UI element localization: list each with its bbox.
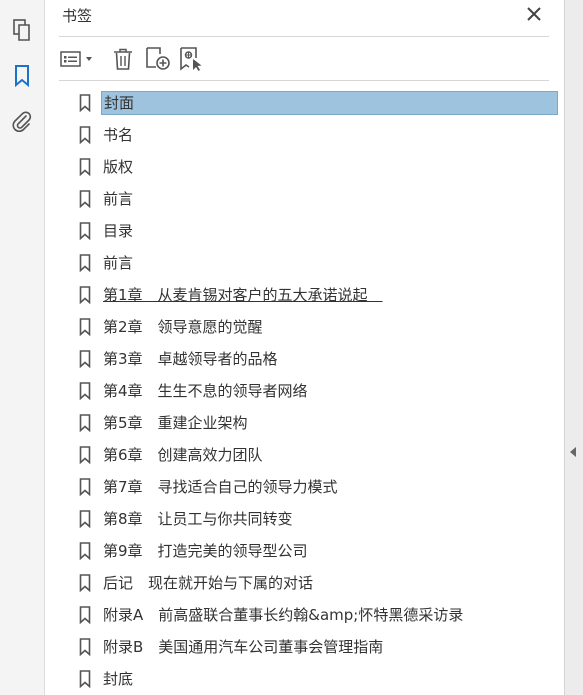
bookmark-icon [79, 446, 91, 464]
bookmarks-icon [15, 65, 29, 87]
delete-icon [114, 48, 132, 70]
bookmark-label: 目录 [103, 222, 134, 240]
bookmark-item[interactable]: 第4章 生生不息的领导者网络 [45, 376, 564, 408]
bookmark-label: 版权 [103, 158, 134, 176]
bookmark-label: 第9章 打造完美的领导型公司 [103, 542, 308, 560]
bookmark-item[interactable]: 目录 [45, 216, 564, 248]
bookmark-label: 第5章 重建企业架构 [103, 414, 248, 432]
bookmark-label: 前言 [103, 254, 134, 272]
bookmark-icon [79, 286, 91, 304]
options-menu-icon [60, 51, 92, 67]
close-icon [527, 7, 541, 21]
bookmark-label: 书名 [103, 126, 134, 144]
attachments-button[interactable] [10, 110, 34, 134]
panel-splitter[interactable] [564, 0, 583, 695]
bookmark-item[interactable]: 第8章 让员工与你共同转变 [45, 504, 564, 536]
bookmark-icon [79, 190, 91, 208]
bookmark-item[interactable]: 第2章 领导意愿的觉醒 [45, 312, 564, 344]
bookmark-list: 封面 书名 版权 前言 目录 前言 第1章 从麦肯锡对客户的五大承诺说起 第2章 领导意愿的… [45, 88, 564, 695]
bookmark-icon [79, 318, 91, 336]
bookmark-icon [79, 414, 91, 432]
bookmark-from-selection-button[interactable] [179, 46, 205, 72]
new-bookmark-icon [146, 47, 170, 70]
bookmark-item[interactable]: 书名 [45, 120, 564, 152]
bookmark-item[interactable]: 附录A 前高盛联合董事长约翰&amp;怀特黑德采访录 [45, 600, 564, 632]
bookmark-icon [79, 222, 91, 240]
bookmark-item[interactable]: 前言 [45, 248, 564, 280]
bookmark-from-selection-icon [180, 47, 202, 71]
bookmark-label: 封面 [101, 91, 558, 115]
options-menu-button[interactable] [59, 46, 97, 72]
attachments-icon [12, 111, 32, 132]
delete-bookmark-button[interactable] [111, 46, 135, 72]
page-thumbnails-icon [13, 19, 30, 41]
bookmark-label: 封底 [103, 670, 134, 688]
bookmark-label: 附录B 美国通用汽车公司董事会管理指南 [103, 638, 384, 656]
panel-title: 书签 [62, 7, 93, 25]
bookmarks-panel: 书签 封面 书名 版权 前言 目录 前言 第1章 从麦肯锡对客户的五大承诺说起 … [45, 0, 564, 695]
bookmark-icon [79, 542, 91, 560]
bookmark-label: 第4章 生生不息的领导者网络 [103, 382, 308, 400]
bookmark-icon [79, 606, 91, 624]
bookmark-icon [79, 94, 91, 112]
bookmark-label: 第3章 卓越领导者的品格 [103, 350, 278, 368]
bookmark-icon [79, 478, 91, 496]
bookmark-icon [79, 382, 91, 400]
bookmark-label: 第8章 让员工与你共同转变 [103, 510, 293, 528]
bookmark-icon [79, 574, 91, 592]
new-bookmark-button[interactable] [145, 46, 171, 72]
bookmark-icon [79, 350, 91, 368]
bookmark-item[interactable]: 第6章 创建高效力团队 [45, 440, 564, 472]
bookmark-item[interactable]: 第3章 卓越领导者的品格 [45, 344, 564, 376]
bookmark-label: 后记 现在就开始与下属的对话 [103, 574, 314, 592]
bookmark-icon [79, 254, 91, 272]
bookmark-label: 前言 [103, 190, 134, 208]
toolbar-divider [59, 80, 549, 81]
collapse-arrow-icon[interactable] [570, 447, 576, 457]
bookmark-icon [79, 638, 91, 656]
bookmark-label: 第6章 创建高效力团队 [103, 446, 263, 464]
bookmark-item[interactable]: 第5章 重建企业架构 [45, 408, 564, 440]
bookmark-item[interactable]: 后记 现在就开始与下属的对话 [45, 568, 564, 600]
bookmark-item[interactable]: 前言 [45, 184, 564, 216]
bookmark-label: 第2章 领导意愿的觉醒 [103, 318, 263, 336]
bookmark-item[interactable]: 第7章 寻找适合自己的领导力模式 [45, 472, 564, 504]
close-panel-button[interactable] [524, 4, 544, 24]
page-thumbnails-button[interactable] [10, 18, 34, 42]
bookmark-label: 第7章 寻找适合自己的领导力模式 [103, 478, 338, 496]
bookmark-icon [79, 126, 91, 144]
title-divider [59, 36, 549, 37]
bookmarks-window: 书签 封面 书名 版权 前言 目录 前言 第1章 从麦肯锡对客户的五大承诺说起 … [0, 0, 583, 695]
bookmark-label: 附录A 前高盛联合董事长约翰&amp;怀特黑德采访录 [103, 606, 464, 624]
bookmark-item[interactable]: 第1章 从麦肯锡对客户的五大承诺说起 [45, 280, 564, 312]
bookmark-icon [79, 670, 91, 688]
bookmark-icon [79, 158, 91, 176]
bookmark-item[interactable]: 附录B 美国通用汽车公司董事会管理指南 [45, 632, 564, 664]
bookmarks-button[interactable] [10, 64, 34, 88]
bookmark-item[interactable]: 封面 [45, 88, 564, 120]
bookmark-label: 第1章 从麦肯锡对客户的五大承诺说起 [103, 286, 383, 304]
bookmark-item[interactable]: 版权 [45, 152, 564, 184]
bookmark-item[interactable]: 第9章 打造完美的领导型公司 [45, 536, 564, 568]
navigation-rail [0, 0, 45, 695]
bookmark-icon [79, 510, 91, 528]
bookmark-item[interactable]: 封底 [45, 664, 564, 695]
